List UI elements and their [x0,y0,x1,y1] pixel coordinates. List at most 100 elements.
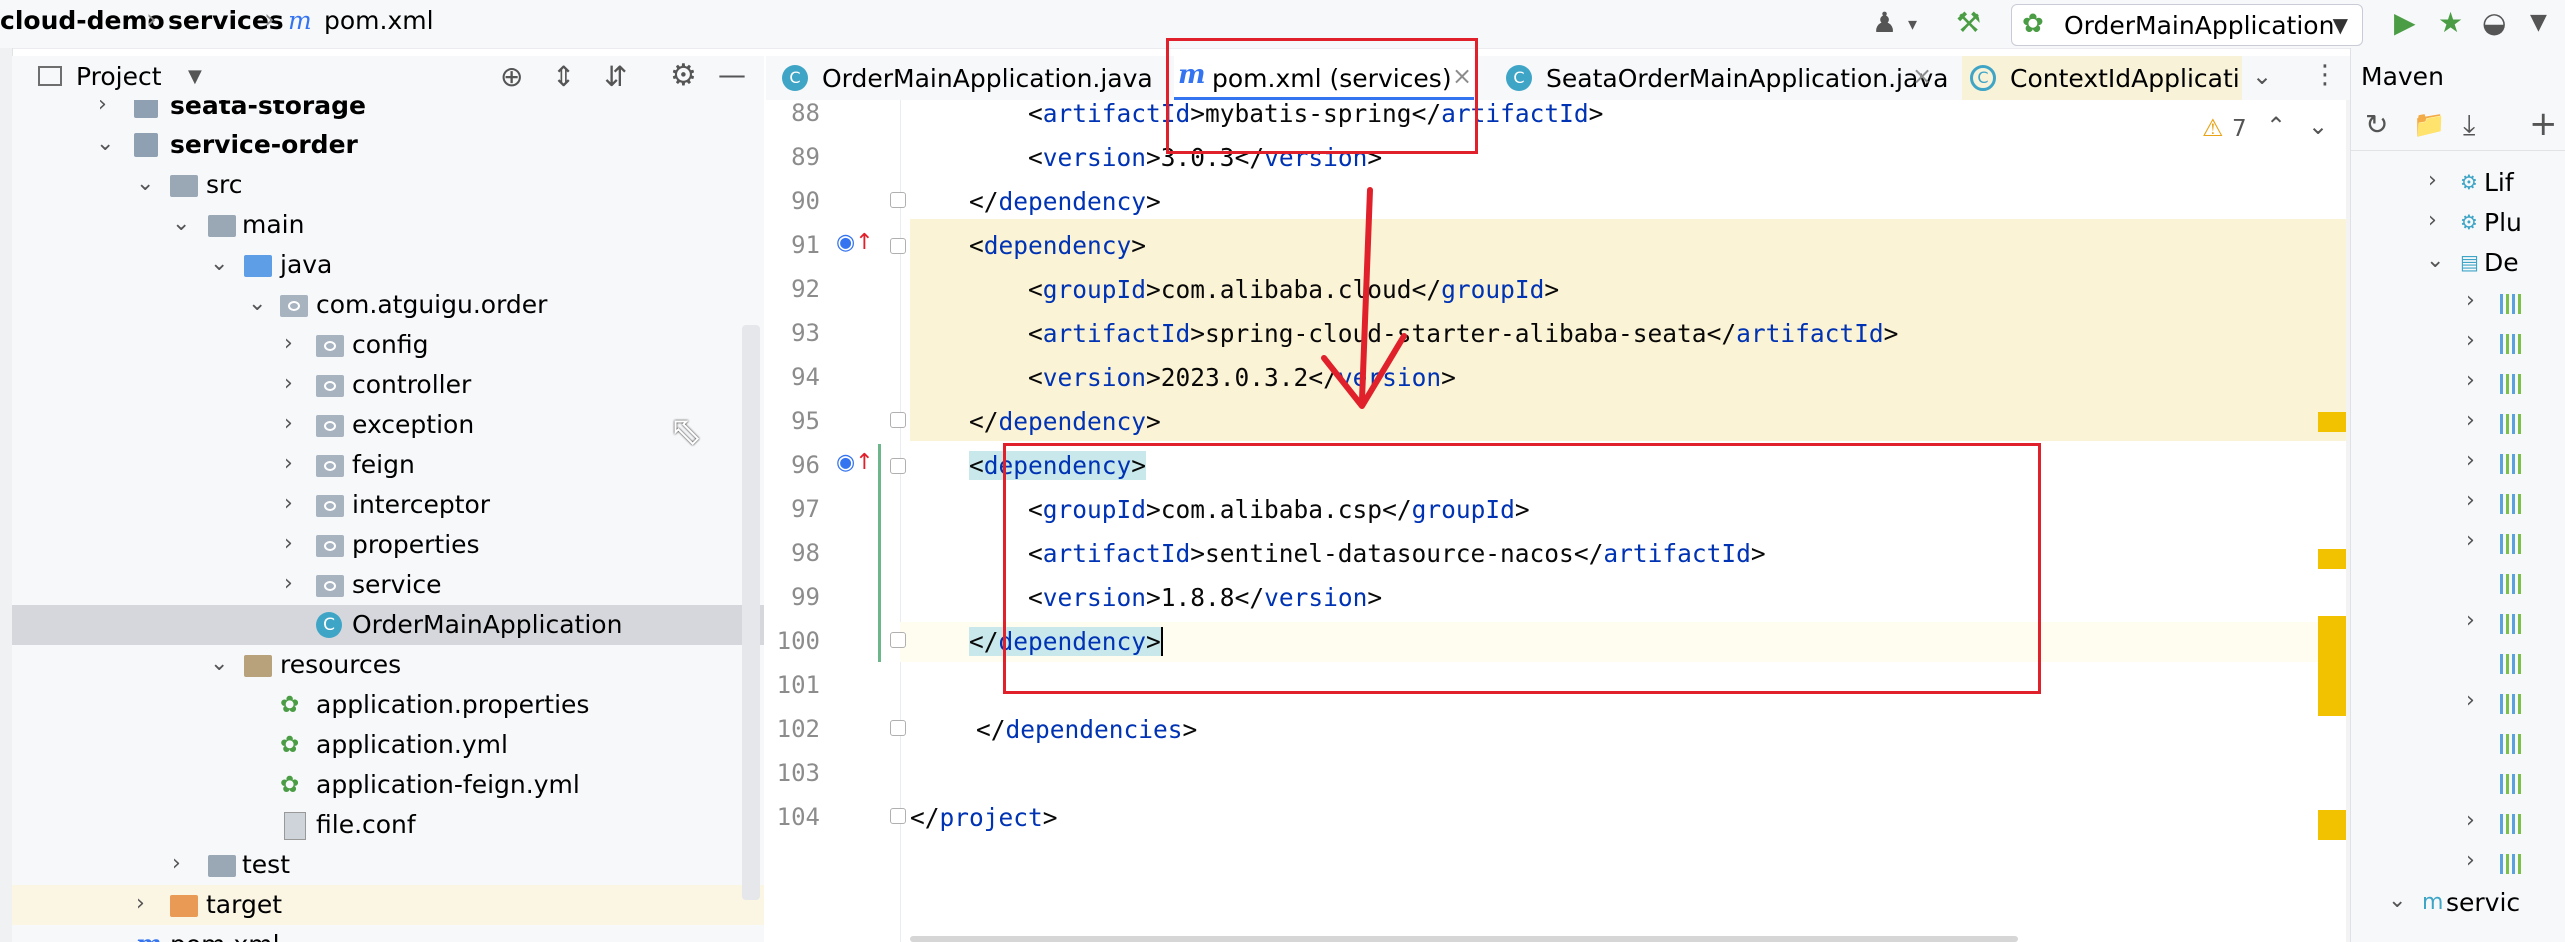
library-icon [2500,654,2522,674]
fold-marker-icon[interactable] [890,808,906,824]
code-line-90: </dependency> [910,187,1161,216]
editor-horizontal-scrollbar[interactable] [910,936,2018,942]
maven-dependency-row[interactable]: › [2350,804,2565,844]
fold-marker-icon[interactable] [890,412,906,428]
tree-item-main[interactable]: ⌄ main [12,205,764,245]
override-marker-icon[interactable]: ◉↑ [836,450,874,475]
close-tab-icon[interactable]: × [1912,62,1932,90]
change-marker[interactable] [2318,616,2346,716]
maven-dependency-row[interactable]: › [2350,604,2565,644]
library-icon [2500,774,2522,794]
reload-icon[interactable]: ↻ [2365,108,2388,141]
line-number: 103 [776,759,820,787]
warning-icon[interactable]: ⚠ [2202,114,2224,142]
tree-item-file-conf[interactable]: file.conf [12,805,764,845]
fold-marker-icon[interactable] [890,458,906,474]
folder-reload-icon[interactable]: 📁 [2413,110,2445,140]
maven-dependency-row[interactable]: › [2350,284,2565,324]
tree-item-pom-xml[interactable]: m pom.xml [12,925,764,942]
download-icon[interactable]: ⤓ [2463,108,2475,142]
tree-item-order-main-application[interactable]: C OrderMainApplication [12,605,764,645]
chevron-down-icon[interactable]: ▼ [188,66,202,87]
maven-dependency-row[interactable] [2350,644,2565,684]
maven-dependency-row[interactable] [2350,564,2565,604]
tree-item-application-feign-yml[interactable]: ✿ application-feign.yml [12,765,764,805]
change-marker[interactable] [2318,549,2346,569]
previous-highlight-icon[interactable]: ⌃ [2266,112,2286,140]
warning-count[interactable]: 7 [2232,116,2247,142]
tree-item-exception[interactable]: › exception [12,405,764,445]
maven-item-plugins[interactable]: › ⚙ Plu [2350,204,2565,244]
build-hammer-icon[interactable]: ⚒ [1956,6,1981,39]
maven-dependency-row[interactable] [2350,724,2565,764]
tree-item-seata-storage[interactable]: › seata-storage [12,100,764,126]
more-run-icon[interactable]: ▼ [2530,10,2547,35]
tree-item-src[interactable]: ⌄ src [12,165,764,205]
tree-item-application-yml[interactable]: ✿ application.yml [12,725,764,765]
tree-item-resources[interactable]: ⌄ resources [12,645,764,685]
locate-icon[interactable]: ⊕ [500,60,523,93]
line-number: 92 [791,275,820,303]
expand-all-icon[interactable]: ⇕ [552,60,575,93]
fold-marker-icon[interactable] [890,238,906,254]
change-marker[interactable] [2318,412,2346,432]
project-panel-title[interactable]: Project [76,62,162,91]
fold-marker-icon[interactable] [890,720,906,736]
maven-dependency-row[interactable] [2350,764,2565,804]
user-icon[interactable]: ♟ [1872,6,1897,39]
tree-scrollbar[interactable] [742,325,760,900]
tab-context-id-application[interactable]: C ContextIdApplicati [1962,56,2242,100]
breadcrumb-project[interactable]: cloud-demo [0,6,165,35]
breadcrumb-file[interactable]: pom.xml [324,6,434,35]
run-configuration-select[interactable]: ✿ OrderMainApplication ▼ [2011,4,2363,46]
project-view-icon [38,66,62,86]
line-number: 100 [776,627,820,655]
override-marker-icon[interactable]: ◉↑ [836,230,874,255]
maven-item-dependencies[interactable]: ⌄ ▤ De [2350,244,2565,284]
tree-item-test[interactable]: › test [12,845,764,885]
tree-item-controller[interactable]: › controller [12,365,764,405]
debug-icon[interactable]: ★ [2438,6,2463,39]
fold-marker-icon[interactable] [890,192,906,208]
maven-dependency-row[interactable]: › [2350,364,2565,404]
hide-panel-icon[interactable]: — [718,58,746,91]
tree-item-target[interactable]: › target [12,885,764,925]
maven-panel-title[interactable]: Maven [2361,62,2444,91]
more-tabs-icon[interactable]: ⋮ [2312,60,2338,90]
maven-dependency-row[interactable]: › [2350,524,2565,564]
tree-item-interceptor[interactable]: › interceptor [12,485,764,525]
maven-item-lifecycle[interactable]: › ⚙ Lif [2350,164,2565,204]
maven-dependency-row[interactable]: › [2350,324,2565,364]
line-number: 102 [776,715,820,743]
maven-module-icon: m [2422,890,2444,915]
tree-item-config[interactable]: › config [12,325,764,365]
change-marker[interactable] [2318,810,2346,840]
settings-gear-icon[interactable]: ⚙ [670,58,697,93]
maven-item-service-module[interactable]: ⌄ m servic [2350,884,2565,924]
chevron-down-icon[interactable]: ⌄ [2252,62,2272,90]
tree-item-application-properties[interactable]: ✿ application.properties [12,685,764,725]
run-icon[interactable]: ▶ [2394,6,2416,39]
tree-item-java[interactable]: ⌄ java [12,245,764,285]
tree-item-service[interactable]: › service [12,565,764,605]
tree-item-package[interactable]: ⌄ com.atguigu.order [12,285,764,325]
maven-dependency-row[interactable]: › [2350,844,2565,884]
maven-dependency-row[interactable]: › [2350,444,2565,484]
next-highlight-icon[interactable]: ⌄ [2308,112,2328,140]
maven-dependency-row[interactable]: › [2350,684,2565,724]
dependencies-icon: ▤ [2460,250,2479,274]
tree-item-service-order[interactable]: ⌄ service-order [12,125,764,165]
fold-marker-icon[interactable] [890,632,906,648]
add-icon[interactable]: + [2529,104,2558,144]
tab-order-main-application[interactable]: C OrderMainApplication.java [782,56,1162,100]
coverage-icon[interactable]: ◒ [2482,6,2506,39]
tab-seata-order-main-application[interactable]: C SeataOrderMainApplication.java × [1506,56,1948,100]
line-number: 94 [791,363,820,391]
maven-dependency-row[interactable]: › [2350,484,2565,524]
collapse-all-icon[interactable]: ⇵ [604,60,627,93]
chevron-down-icon[interactable]: ▾ [1908,14,1917,35]
tree-item-properties[interactable]: › properties [12,525,764,565]
library-icon [2500,534,2522,554]
tree-item-feign[interactable]: › feign [12,445,764,485]
maven-dependency-row[interactable]: › [2350,404,2565,444]
